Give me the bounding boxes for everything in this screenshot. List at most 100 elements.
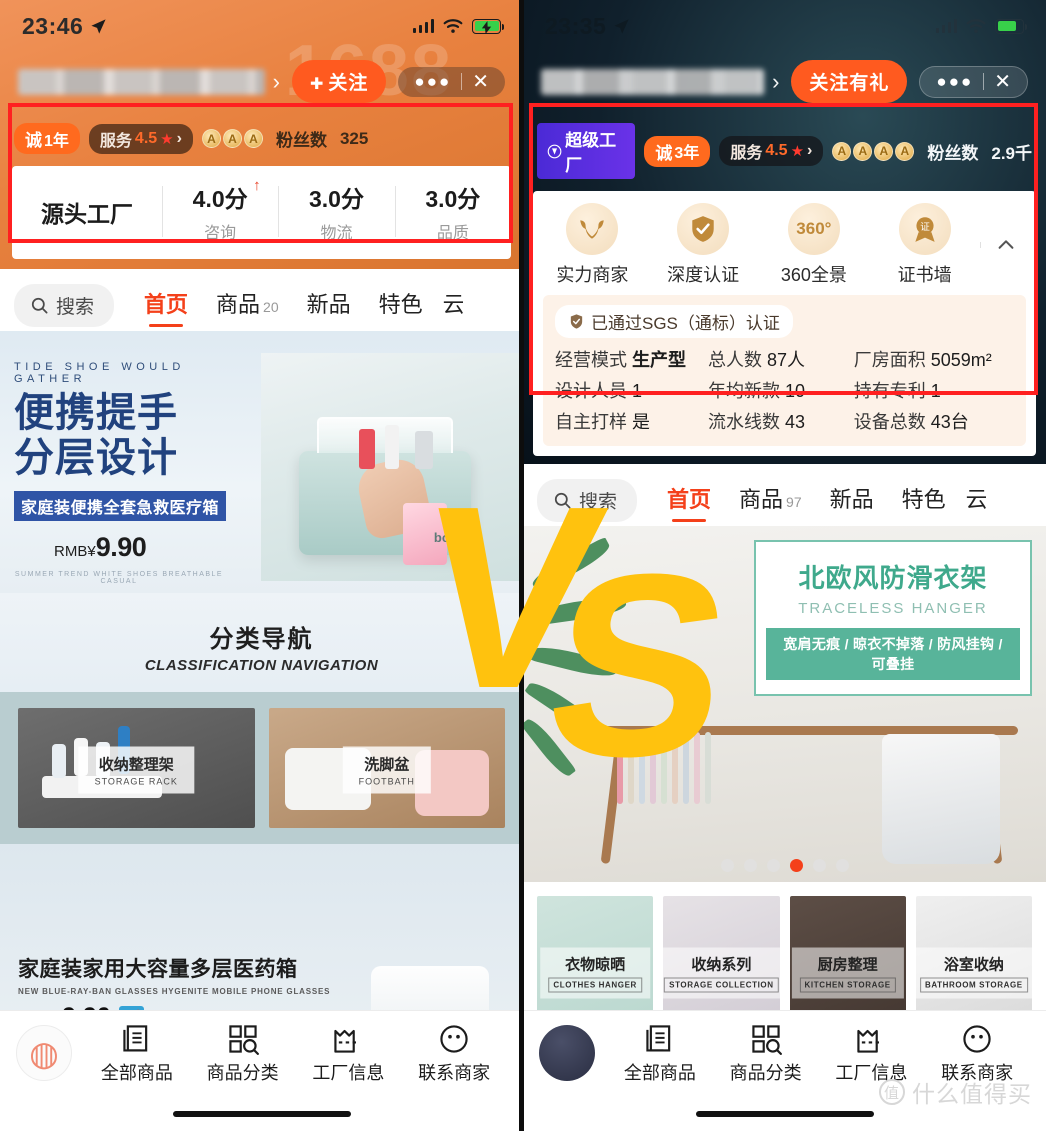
- carousel-dot[interactable]: [720, 859, 734, 872]
- cert-item-deep-certification[interactable]: 深度认证: [648, 203, 759, 287]
- more-dots-icon[interactable]: ●●●: [414, 73, 451, 90]
- left-fans-value: 325: [339, 128, 369, 148]
- right-tab-products[interactable]: 商品 97: [725, 474, 816, 526]
- left-tab-new[interactable]: 新品: [293, 279, 365, 331]
- score-label: 品质: [436, 225, 469, 242]
- left-tab-more[interactable]: 云: [437, 279, 463, 331]
- bottle-image: [415, 431, 433, 469]
- a-badge: A: [222, 129, 242, 148]
- service-chevron: ›: [176, 129, 182, 147]
- right-follow-button[interactable]: 关注有礼: [791, 60, 908, 103]
- left-integrity-badge[interactable]: 诚 1年: [14, 123, 80, 154]
- carousel-dot-active[interactable]: [789, 859, 803, 872]
- left-badge-strip: 诚 1年 服务 4.5 ★ › A A A 粉丝数 325: [0, 117, 523, 166]
- right-integrity-badge[interactable]: 诚 3年: [644, 135, 711, 167]
- left-home-indicator: [172, 1111, 351, 1117]
- sgs-stat: 自主打样是: [555, 412, 650, 432]
- close-icon[interactable]: ✕: [994, 72, 1011, 92]
- super-factory-label: 超级工厂: [565, 131, 617, 175]
- super-factory-badge[interactable]: 超级工厂: [537, 123, 636, 179]
- banner-title-line1: 便携提手: [14, 391, 178, 435]
- right-window-controls[interactable]: ●●● ✕: [919, 65, 1028, 98]
- cert-item-360-panorama[interactable]: 360° 360全景: [759, 203, 870, 287]
- banner-fine-print: SUMMER TREND WHITE SHOES BREATHABLE CASU…: [14, 570, 224, 585]
- shield-check-icon: [677, 203, 730, 255]
- left-tab-home[interactable]: 首页: [130, 279, 202, 331]
- score-cell-consult[interactable]: 4.0分 ↑ 咨询: [162, 177, 278, 243]
- left-tab-products[interactable]: 商品 20: [202, 279, 293, 331]
- sgs-info-box: 已通过SGS（通标）认证 经营模式 生产型 总人数 87人 厂房面积 5059m² 设…: [543, 295, 1026, 446]
- right-tab-home[interactable]: 首页: [653, 474, 725, 526]
- carousel-dot[interactable]: [835, 859, 849, 872]
- wifi-icon: [966, 18, 986, 33]
- right-shop-name-blurred[interactable]: [541, 68, 765, 95]
- left-factory-type: 源头工厂: [41, 200, 133, 227]
- a-badge: A: [243, 129, 263, 148]
- a-badge: A: [895, 141, 915, 161]
- classification-card-label: 洗脚盆 FOOTBATH: [342, 746, 431, 794]
- category-card-label: 收纳系列 STORAGE COLLECTION: [663, 947, 780, 999]
- search-icon: [31, 297, 48, 313]
- carousel-dot[interactable]: [812, 859, 826, 872]
- bull-head-icon: [566, 203, 619, 255]
- right-tab-more[interactable]: 云: [960, 474, 986, 526]
- bottomnav-all-products[interactable]: 全部商品: [607, 1021, 713, 1085]
- bottomnav-factory-info[interactable]: 工厂信息: [296, 1021, 402, 1085]
- left-bottom-nav: ◍ 全部商品 商品分类 工厂信息 联系商家: [0, 1010, 523, 1131]
- carousel-dots[interactable]: [720, 859, 849, 872]
- right-hero-header: 23:35 › 关注有礼 ●●● ✕ 超级工厂 诚 3年 服务 4.5 ★ › …: [523, 0, 1046, 464]
- more-dots-icon[interactable]: ●●●: [936, 73, 973, 90]
- left-shop-chevron[interactable]: ›: [273, 69, 280, 95]
- right-home-indicator: [695, 1111, 874, 1117]
- left-shop-avatar[interactable]: ◍: [16, 1025, 72, 1081]
- chat-face-icon: [401, 1021, 507, 1057]
- right-tab-new[interactable]: 新品: [816, 474, 888, 526]
- left-hero-header: 1688 23:46: [0, 0, 523, 269]
- carousel-dot[interactable]: [743, 859, 757, 872]
- medal-certificate-icon: 证: [898, 203, 951, 255]
- right-banner-card: 北欧风防滑衣架 TRACELESS HANGER 宽肩无痕 / 晾衣不掉落 / …: [754, 540, 1032, 696]
- right-tab-bar: 搜索 首页 商品 97 新品 特色 云: [523, 464, 1046, 526]
- left-search-input[interactable]: 搜索: [14, 283, 115, 327]
- sgs-stat: 厂房面积 5059m²: [853, 350, 992, 370]
- left-shop-name-blurred[interactable]: [18, 68, 265, 95]
- left-tab-featured[interactable]: 特色: [365, 279, 437, 331]
- chevron-up-icon[interactable]: [980, 234, 1032, 256]
- cert-item-certificate-wall[interactable]: 证 证书墙: [869, 203, 980, 287]
- shield-factory-icon: [547, 144, 562, 158]
- left-window-controls[interactable]: ●●● ✕: [398, 66, 505, 97]
- right-shop-avatar[interactable]: [539, 1025, 595, 1081]
- battery-charging-icon: [995, 18, 1027, 34]
- signal-icon: [935, 19, 957, 33]
- trend-up-icon: ↑: [253, 177, 261, 194]
- close-icon[interactable]: ✕: [472, 72, 489, 92]
- classification-card-storage-rack[interactable]: 收纳整理架 STORAGE RACK: [18, 708, 255, 828]
- left-service-badge[interactable]: 服务 4.5 ★ ›: [88, 123, 193, 154]
- left-fans-label: 粉丝数: [275, 131, 327, 150]
- classification-card-label: 收纳整理架 STORAGE RACK: [78, 746, 194, 794]
- bottomnav-categories[interactable]: 商品分类: [190, 1021, 296, 1085]
- bottomnav-categories[interactable]: 商品分类: [713, 1021, 819, 1085]
- left-banner-text: TIDE SHOE WOULD GATHER 便携提手 分层设计 家庭装便携全套…: [14, 361, 264, 585]
- score-value: 3.0分: [309, 186, 364, 212]
- banner-subtitle: 家庭装便携全套急救医疗箱: [14, 490, 227, 521]
- left-follow-button[interactable]: 关注: [292, 60, 387, 103]
- service-score: 4.5: [134, 129, 158, 147]
- 360-panorama-icon: 360°: [787, 203, 840, 255]
- right-certification-card: 实力商家 深度认证 360° 360全景 证 证书墙 已通过SGS（通标）认证 …: [533, 191, 1036, 456]
- bottomnav-contact[interactable]: 联系商家: [401, 1021, 507, 1085]
- svg-text:证: 证: [920, 222, 930, 233]
- left-score-card[interactable]: 源头工厂 4.0分 ↑ 咨询 3.0分 物流 3.0分 品质: [12, 166, 511, 259]
- banner-price-row: RMB¥9.90: [14, 532, 264, 563]
- integrity-years: 1年: [44, 132, 69, 150]
- cert-item-strength-merchant[interactable]: 实力商家: [537, 203, 648, 287]
- carousel-dot[interactable]: [766, 859, 780, 872]
- left-search-placeholder: 搜索: [56, 296, 95, 318]
- bottomnav-all-products[interactable]: 全部商品: [84, 1021, 190, 1085]
- score-cell-quality[interactable]: 3.0分 品质: [394, 180, 511, 243]
- score-cell-logistics[interactable]: 3.0分 物流: [278, 180, 394, 243]
- chat-face-icon: [924, 1021, 1030, 1057]
- right-service-badge[interactable]: 服务 4.5 ★ ›: [719, 136, 824, 166]
- right-shop-chevron[interactable]: ›: [772, 69, 779, 95]
- right-tab-featured[interactable]: 特色: [888, 474, 960, 526]
